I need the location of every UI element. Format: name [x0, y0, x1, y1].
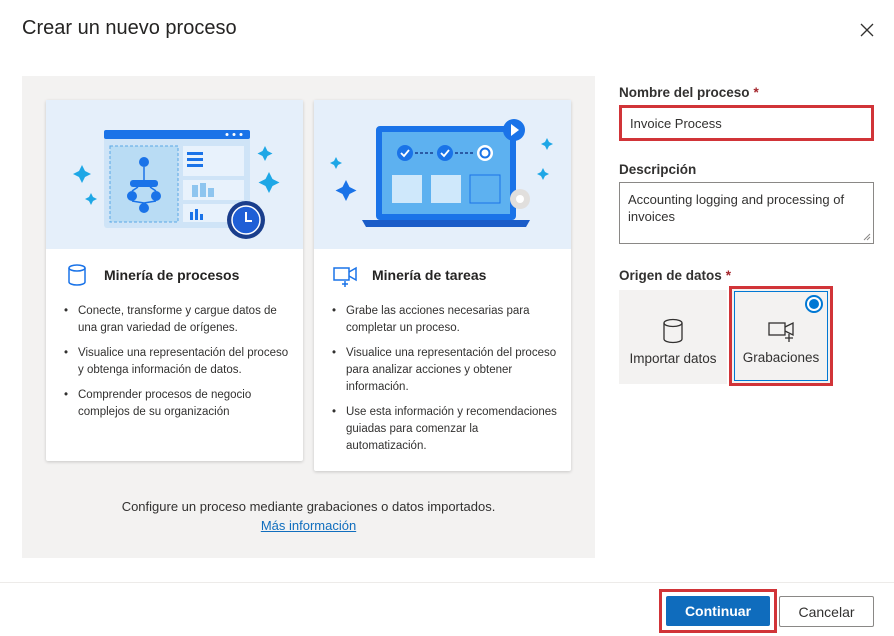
source-option-recordings[interactable]: Grabaciones [729, 286, 833, 386]
process-name-input[interactable]: Invoice Process [619, 105, 874, 141]
cancel-button[interactable]: Cancelar [779, 596, 874, 627]
list-item: Conecte, transforme y cargue datos de un… [64, 303, 289, 337]
required-marker: * [725, 268, 732, 283]
video-add-icon [333, 266, 357, 287]
resize-grip-icon[interactable] [863, 233, 871, 241]
card-title: Minería de tareas [372, 267, 487, 283]
list-item: Use esta información y recomendaciones g… [332, 404, 557, 455]
process-mining-card[interactable]: Minería de procesos Conecte, transforme … [46, 100, 303, 461]
radio-selected-icon[interactable] [805, 295, 823, 313]
description-text: Accounting logging and processing of inv… [628, 192, 845, 224]
process-mining-illustration [46, 100, 303, 249]
close-icon [860, 23, 874, 37]
continue-button[interactable]: Continuar [666, 596, 770, 626]
learn-more-link[interactable]: Más información [261, 518, 356, 533]
data-source-label: Origen de datos * [619, 268, 732, 283]
card-bullet-list: Grabe las acciones necesarias para compl… [314, 289, 571, 455]
process-type-panel: Minería de procesos Conecte, transforme … [22, 76, 595, 558]
card-bullet-list: Conecte, transforme y cargue datos de un… [46, 289, 303, 421]
source-option-label: Importar datos [629, 351, 717, 366]
task-mining-card[interactable]: Minería de tareas Grabe las acciones nec… [314, 100, 571, 471]
database-icon [68, 264, 86, 286]
close-button[interactable] [855, 18, 879, 42]
description-label: Descripción [619, 162, 697, 177]
list-item: Visualice una representación del proceso… [64, 345, 289, 379]
panel-description: Configure un proceso mediante grabacione… [121, 499, 496, 514]
required-marker: * [753, 85, 759, 100]
description-textarea[interactable]: Accounting logging and processing of inv… [619, 182, 874, 244]
source-option-import-data[interactable]: Importar datos [619, 290, 727, 384]
database-icon [663, 318, 683, 344]
list-item: Comprender procesos de negocio complejos… [64, 387, 289, 421]
list-item: Visualice una representación del proceso… [332, 345, 557, 396]
process-name-label: Nombre del proceso * [619, 85, 759, 100]
dialog-title: Crear un nuevo proceso [22, 17, 237, 39]
task-mining-illustration [314, 100, 571, 249]
list-item: Grabe las acciones necesarias para compl… [332, 303, 557, 337]
footer-divider [0, 582, 894, 583]
card-title: Minería de procesos [104, 267, 240, 283]
